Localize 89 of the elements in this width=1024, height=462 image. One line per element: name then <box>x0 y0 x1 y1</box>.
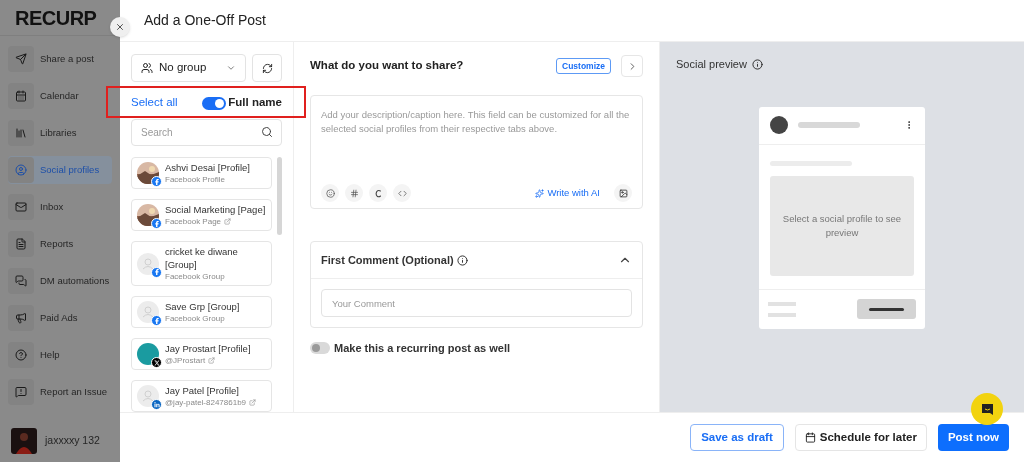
sparkles-icon <box>535 188 545 198</box>
save-draft-button[interactable]: Save as draft <box>690 424 784 451</box>
chat-icon <box>980 402 994 416</box>
refresh-icon <box>261 62 273 74</box>
code-icon[interactable] <box>393 184 411 202</box>
caret-icon <box>226 63 236 73</box>
script-c-icon[interactable] <box>369 184 387 202</box>
refresh-button[interactable] <box>252 54 282 82</box>
toggle-label: Make this a recurring post as well <box>334 341 511 356</box>
facebook-icon <box>151 315 162 326</box>
image-icon[interactable] <box>614 184 632 202</box>
profile-name: Save Grp [Group] <box>165 300 240 313</box>
recurring-toggle[interactable] <box>310 342 330 355</box>
facebook-icon <box>151 218 162 229</box>
schedule-button[interactable]: Schedule for later <box>794 424 927 451</box>
sidebar-item[interactable]: Social profiles <box>8 156 112 184</box>
calendar-icon <box>804 432 816 443</box>
profile-type: @jay-patel-8247861b9 <box>165 397 247 408</box>
preview-title: Social preview <box>676 57 747 72</box>
facebook-icon <box>151 176 162 187</box>
button-placeholder <box>857 299 916 319</box>
sidebar-item[interactable]: Share a post <box>8 45 112 73</box>
profile-card[interactable]: Social Marketing [Page] Facebook Page <box>131 199 272 231</box>
scrollbar[interactable] <box>277 157 282 235</box>
mail-icon <box>15 201 27 213</box>
external-link-icon[interactable] <box>249 399 257 406</box>
linkedin-icon <box>151 399 162 410</box>
user-circle-icon <box>15 164 27 176</box>
user-name: jaxxxxy 132 <box>45 433 100 449</box>
profile-type: @JProstart <box>165 355 206 366</box>
hashtag-icon[interactable] <box>345 184 363 202</box>
section-heading: What do you want to share? <box>310 58 464 74</box>
chat-icon <box>15 275 27 287</box>
profile-name: Jay Prostart [Profile] <box>165 342 251 355</box>
profile-type: Facebook Group <box>165 313 225 324</box>
profile-card[interactable]: Save Grp [Group] Facebook Group <box>131 296 272 328</box>
profile-type: Facebook Group <box>165 271 225 282</box>
info-icon <box>751 58 763 70</box>
profile-name: cricket ke diwane [Group] <box>165 245 239 271</box>
calendar-icon <box>15 90 27 102</box>
sidebar-item[interactable]: DM automations <box>8 267 112 295</box>
post-now-button[interactable]: Post now <box>937 424 1009 451</box>
search-field[interactable]: Search <box>131 119 282 146</box>
toggle-label: Full name <box>228 95 282 111</box>
help-icon <box>15 349 27 361</box>
caption-field[interactable]: Add your description/caption here. This field can be customized for all the selected social profiles from their respective tabs above. Write with AI <box>310 95 643 209</box>
close-icon <box>115 22 125 32</box>
avatar-icon <box>770 116 788 134</box>
profile-card[interactable]: Ashvi Desai [Profile] Facebook Profile <box>131 157 272 189</box>
search-icon <box>261 126 273 138</box>
profile-card[interactable]: cricket ke diwane [Group] Facebook Group <box>131 241 272 286</box>
profile-name: Jay Patel [Profile] <box>165 384 240 397</box>
logo: RECURP <box>15 5 97 31</box>
sidebar-item[interactable]: Paid Ads <box>8 304 112 332</box>
send-icon <box>15 53 27 65</box>
external-link-icon[interactable] <box>224 218 232 225</box>
profile-card[interactable]: Jay Prostart [Profile] @JProstart <box>131 338 272 370</box>
profile-card[interactable]: Jay Patel [Profile] @jay-patel-8247861b9 <box>131 380 272 412</box>
facebook-icon <box>151 266 162 278</box>
sidebar-item[interactable]: Libraries <box>8 119 112 147</box>
write-with-ai-button[interactable]: Write with AI <box>535 185 600 201</box>
profile-type: Facebook Page <box>165 216 222 227</box>
external-link-icon[interactable] <box>208 357 216 364</box>
first-comment-title: First Comment (Optional) <box>321 252 454 268</box>
dialog-title: Add a One-Off Post <box>144 11 266 30</box>
megaphone-icon <box>15 312 27 324</box>
avatar-icon <box>137 343 159 365</box>
users-icon <box>141 62 153 74</box>
sidebar-item[interactable]: Inbox <box>8 193 112 221</box>
profile-type: Facebook Profile <box>165 174 226 185</box>
alert-message-icon <box>15 386 27 398</box>
emoji-icon[interactable] <box>321 184 339 202</box>
sidebar-item[interactable]: Report an Issue <box>8 378 112 406</box>
customize-button[interactable]: Customize <box>556 58 611 74</box>
document-icon <box>15 238 27 250</box>
sidebar-item[interactable]: Help <box>8 341 112 369</box>
books-icon <box>15 127 27 139</box>
comment-field[interactable]: Your Comment <box>321 289 632 317</box>
info-icon <box>456 254 468 266</box>
profile-name: Social Marketing [Page] <box>165 203 266 216</box>
sidebar-item[interactable]: Reports <box>8 230 112 258</box>
full-name-toggle[interactable] <box>202 96 227 110</box>
group-dropdown[interactable]: No group <box>131 54 246 82</box>
x-icon <box>151 357 162 368</box>
avatar-placeholder-icon <box>137 252 159 275</box>
profile-name: Ashvi Desai [Profile] <box>165 161 250 174</box>
select-all-link[interactable]: Select all <box>131 94 178 112</box>
sidebar-item[interactable]: Calendar <box>8 82 112 110</box>
preview-message: Select a social profile to see preview <box>782 211 902 240</box>
